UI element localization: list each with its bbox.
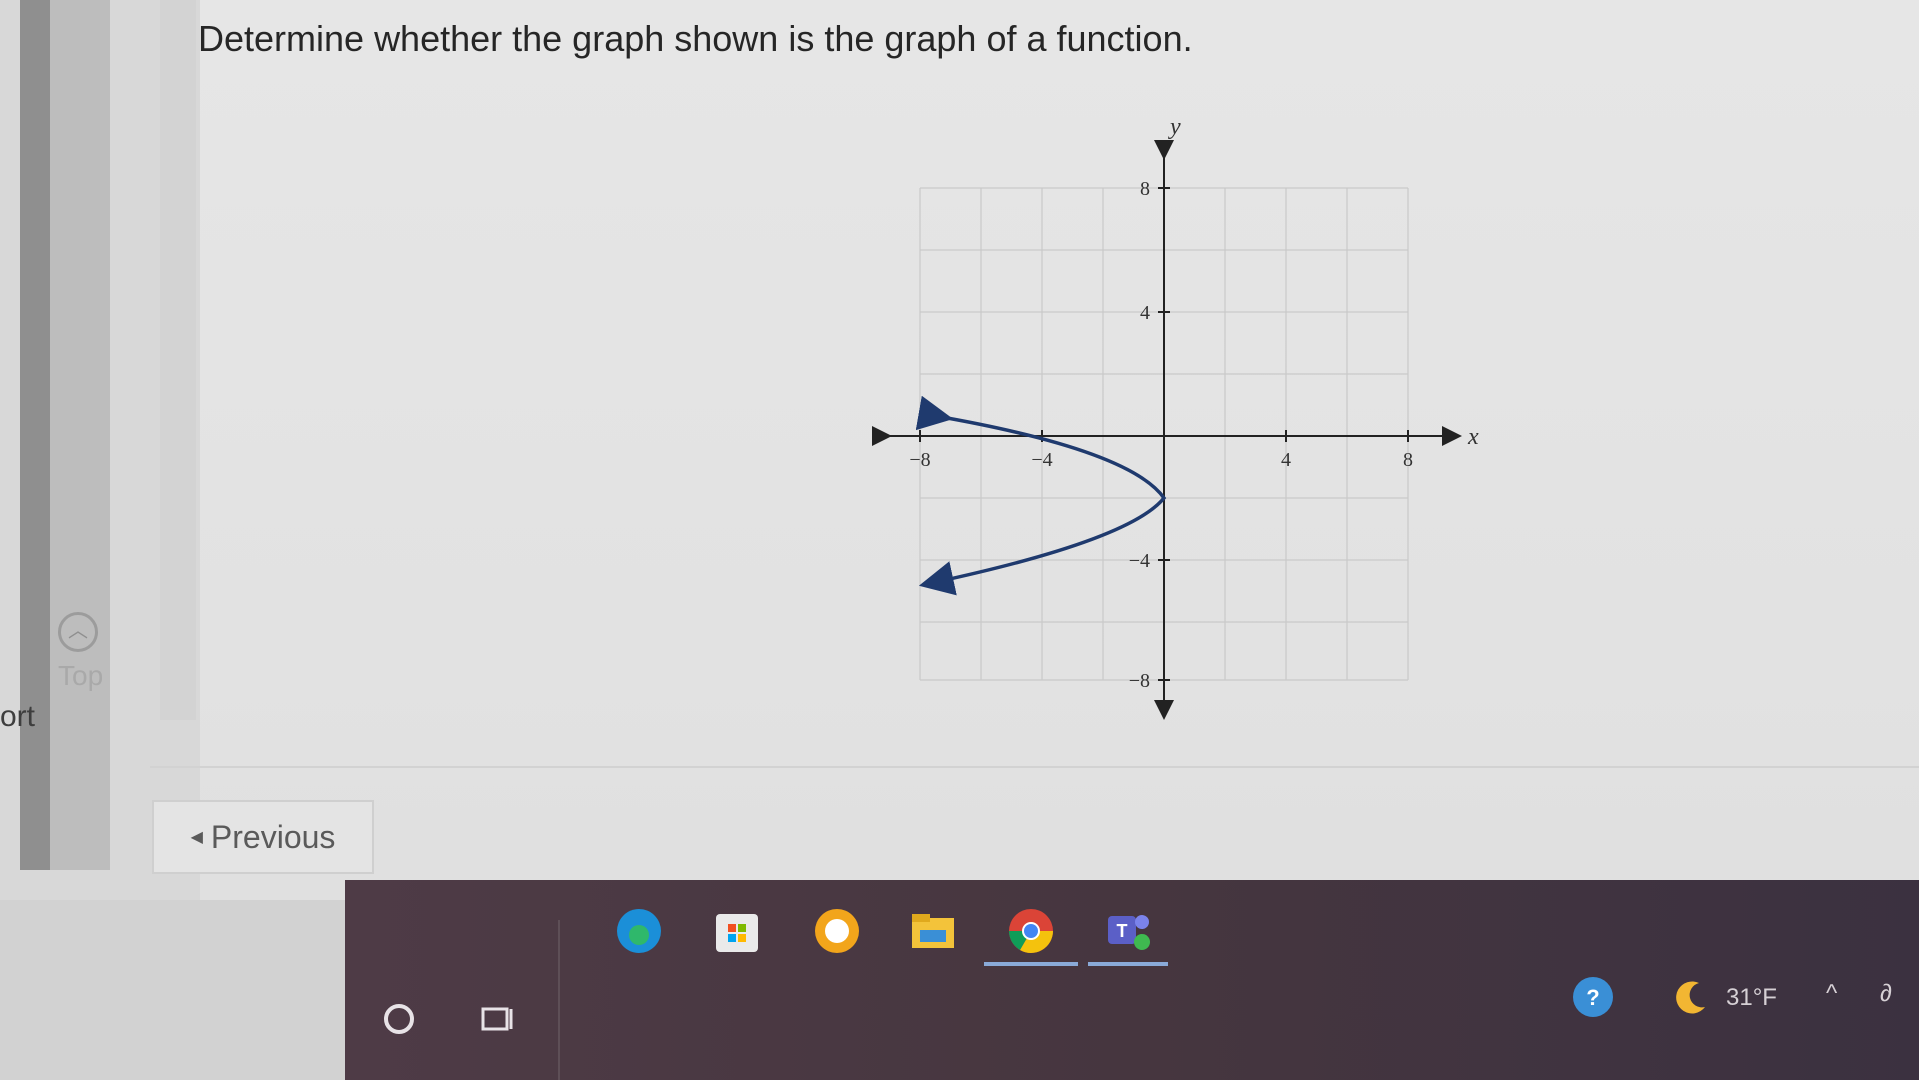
y-axis-label: y — [1168, 114, 1181, 140]
file-explorer-icon[interactable] — [908, 906, 958, 956]
side-panel-strip — [50, 0, 110, 870]
help-icon[interactable]: ? — [1568, 972, 1618, 1022]
previous-button[interactable]: ◀ Previous — [152, 800, 374, 874]
y-tick-label: 8 — [1140, 178, 1150, 200]
x-tick-label: 4 — [1281, 449, 1291, 471]
teams-icon[interactable]: T — [1104, 906, 1154, 956]
panel-edge — [160, 0, 196, 720]
divider — [150, 766, 1919, 768]
chrome-active-indicator — [984, 962, 1078, 966]
svg-text:?: ? — [1586, 985, 1599, 1010]
chevron-up-icon[interactable]: ^ — [1826, 980, 1837, 1008]
question-text: Determine whether the graph shown is the… — [198, 18, 1193, 59]
scroll-top-icon[interactable]: ︿ — [58, 612, 98, 652]
x-tick-label: −8 — [909, 449, 930, 471]
moon-weather-icon[interactable] — [1666, 972, 1716, 1022]
x-tick-label: −4 — [1031, 449, 1052, 471]
edge-icon[interactable] — [614, 906, 664, 956]
taskbar-divider — [558, 920, 560, 1080]
function-graph: −8 −4 4 8 8 4 −4 −8 x y — [872, 114, 1479, 720]
teams-active-indicator — [1088, 962, 1168, 966]
y-tick-label: 4 — [1140, 302, 1150, 324]
chrome-icon[interactable] — [1006, 906, 1056, 956]
y-tick-label: −4 — [1129, 550, 1150, 572]
scrollbar-track[interactable] — [20, 0, 50, 870]
side-text-fragment: ort — [0, 700, 36, 733]
weather-temperature[interactable]: 31°F — [1726, 984, 1777, 1012]
x-axis-label: x — [1467, 424, 1479, 450]
top-label[interactable]: Top — [58, 660, 103, 692]
network-icon[interactable]: ∂ — [1880, 980, 1892, 1008]
svg-text:T: T — [1117, 921, 1128, 941]
previous-label: Previous — [210, 818, 336, 855]
caret-left-icon: ◀ — [190, 829, 203, 846]
store-icon[interactable] — [712, 906, 762, 956]
y-tick-label: −8 — [1129, 670, 1150, 692]
x-tick-label: 8 — [1403, 449, 1413, 471]
circle-search-icon[interactable] — [374, 994, 424, 1044]
task-view-icon[interactable] — [472, 994, 522, 1044]
desk-surface — [0, 900, 345, 1080]
norton-icon[interactable] — [812, 906, 862, 956]
